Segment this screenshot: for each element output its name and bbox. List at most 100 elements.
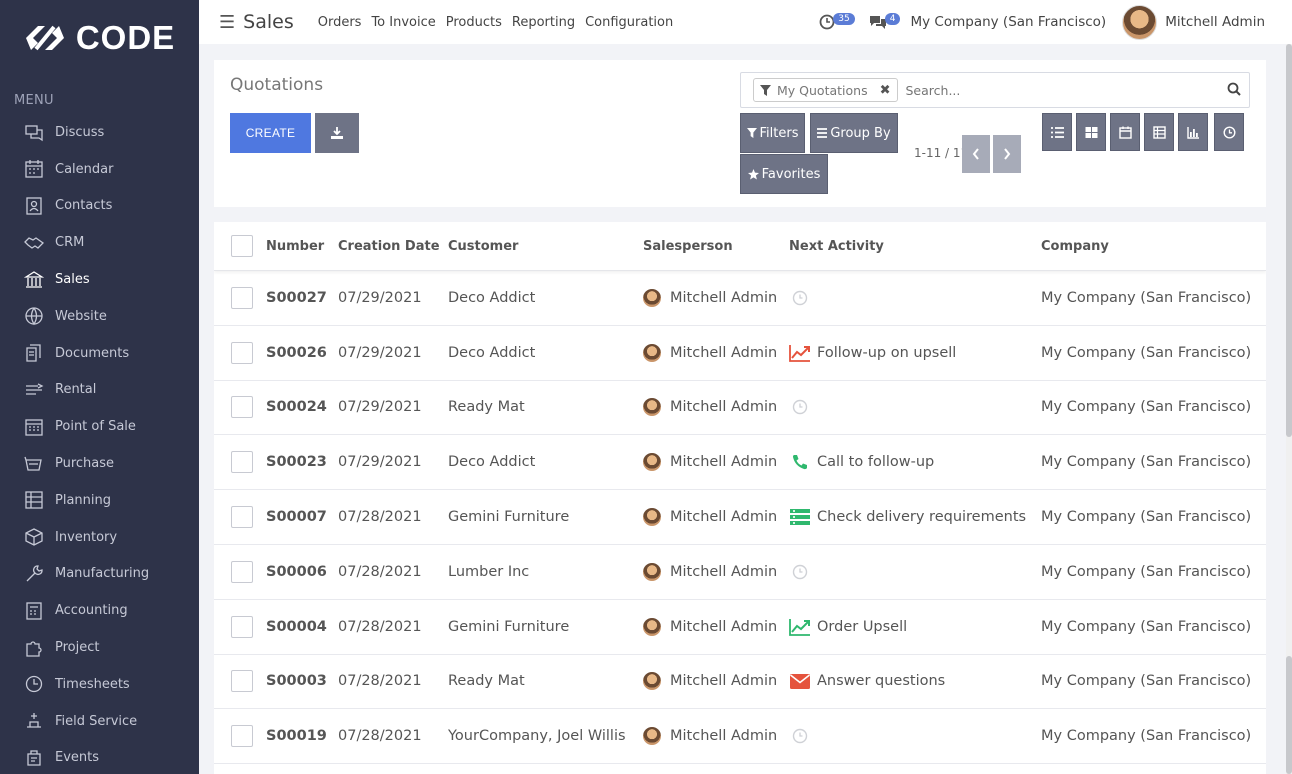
puzzle-icon bbox=[24, 638, 44, 658]
sidebar-item-timesheets[interactable]: Timesheets bbox=[0, 666, 199, 703]
table-row[interactable]: S00007 07/28/2021 Gemini Furniture Mitch… bbox=[214, 490, 1266, 545]
pager-next-button[interactable] bbox=[993, 135, 1021, 173]
favorites-button[interactable]: Favorites bbox=[740, 154, 828, 194]
column-creation-date[interactable]: Creation Date bbox=[338, 239, 448, 254]
filters-button[interactable]: Filters bbox=[740, 113, 805, 153]
user-name[interactable]: Mitchell Admin bbox=[1165, 14, 1265, 30]
sidebar-item-contacts[interactable]: Contacts bbox=[0, 188, 199, 225]
table-row[interactable]: S00019 07/28/2021 YourCompany, Joel Will… bbox=[214, 709, 1266, 765]
sidebar-item-documents[interactable]: Documents bbox=[0, 335, 199, 372]
top-menu-products[interactable]: Products bbox=[446, 15, 502, 30]
clock-icon[interactable] bbox=[789, 726, 811, 746]
control-panel: Quotations CREATE My Quotations ✖ Filter… bbox=[214, 60, 1266, 207]
search-icon[interactable] bbox=[1227, 82, 1241, 96]
company-switcher[interactable]: My Company (San Francisco) bbox=[910, 14, 1106, 30]
table-body: S00027 07/29/2021 Deco Addict Mitchell A… bbox=[214, 271, 1266, 765]
sidebar-item-discuss[interactable]: Discuss bbox=[0, 114, 199, 151]
row-checkbox[interactable] bbox=[231, 725, 253, 748]
sidebar-item-field-service[interactable]: Field Service bbox=[0, 703, 199, 740]
sidebar-item-planning[interactable]: Planning bbox=[0, 482, 199, 519]
remove-facet-icon[interactable]: ✖ bbox=[880, 83, 891, 98]
activity-menu[interactable]: 35 bbox=[819, 12, 855, 30]
table-row[interactable]: S00023 07/29/2021 Deco Addict Mitchell A… bbox=[214, 435, 1266, 491]
view-graph-button[interactable] bbox=[1178, 113, 1208, 151]
row-checkbox[interactable] bbox=[231, 560, 253, 583]
table-row[interactable]: S00027 07/29/2021 Deco Addict Mitchell A… bbox=[214, 271, 1266, 326]
table-row[interactable]: S00004 07/28/2021 Gemini Furniture Mitch… bbox=[214, 600, 1266, 655]
view-activity-button[interactable] bbox=[1214, 113, 1244, 151]
sidebar-item-manufacturing[interactable]: Manufacturing bbox=[0, 556, 199, 593]
cell-next-activity[interactable]: Order Upsell bbox=[789, 617, 1041, 637]
scrollbar-thumb-bottom[interactable] bbox=[1286, 656, 1292, 774]
todo-list-icon[interactable] bbox=[789, 507, 811, 527]
sidebar-item-project[interactable]: Project bbox=[0, 629, 199, 666]
cell-next-activity[interactable] bbox=[789, 726, 1041, 746]
sidebar-item-accounting[interactable]: Accounting bbox=[0, 592, 199, 629]
row-checkbox[interactable] bbox=[231, 286, 253, 309]
sidebar-item-calendar[interactable]: Calendar bbox=[0, 151, 199, 188]
cell-salesperson: Mitchell Admin bbox=[643, 562, 789, 581]
app-logo[interactable]: CODE bbox=[0, 0, 199, 76]
view-calendar-button[interactable] bbox=[1110, 113, 1140, 151]
table-row[interactable]: S00006 07/28/2021 Lumber Inc Mitchell Ad… bbox=[214, 545, 1266, 600]
clock-icon[interactable] bbox=[789, 288, 811, 308]
user-avatar[interactable] bbox=[1122, 4, 1158, 40]
view-pivot-button[interactable] bbox=[1144, 113, 1174, 151]
table-row[interactable]: S00003 07/28/2021 Ready Mat Mitchell Adm… bbox=[214, 655, 1266, 710]
upsell-chart-green-icon[interactable] bbox=[789, 617, 811, 637]
sidebar-item-crm[interactable]: CRM bbox=[0, 224, 199, 261]
messages-menu[interactable]: 4 bbox=[869, 12, 901, 30]
top-menu-orders[interactable]: Orders bbox=[318, 15, 362, 30]
top-menu-configuration[interactable]: Configuration bbox=[585, 15, 673, 30]
cell-company: My Company (San Francisco) bbox=[1041, 289, 1252, 306]
column-salesperson[interactable]: Salesperson bbox=[643, 239, 789, 254]
cell-next-activity[interactable]: Call to follow-up bbox=[789, 452, 1041, 472]
view-kanban-button[interactable] bbox=[1076, 113, 1106, 151]
cell-next-activity[interactable] bbox=[789, 397, 1041, 417]
pager-value[interactable]: 1-11 / 11 bbox=[914, 146, 968, 160]
row-checkbox[interactable] bbox=[231, 341, 253, 364]
column-next-activity[interactable]: Next Activity bbox=[789, 239, 1041, 254]
clock-icon[interactable] bbox=[789, 562, 811, 582]
phone-icon[interactable] bbox=[789, 452, 811, 472]
pager-previous-button[interactable] bbox=[962, 135, 990, 173]
upsell-chart-icon[interactable] bbox=[789, 343, 811, 363]
email-icon[interactable] bbox=[789, 671, 811, 691]
search-input[interactable] bbox=[905, 82, 1226, 98]
create-button[interactable]: CREATE bbox=[230, 113, 311, 153]
sidebar-item-website[interactable]: Website bbox=[0, 298, 199, 335]
group-by-button[interactable]: Group By bbox=[810, 113, 898, 153]
clock-icon[interactable] bbox=[789, 397, 811, 417]
top-menu-reporting[interactable]: Reporting bbox=[512, 15, 575, 30]
chat-bubbles-icon bbox=[869, 16, 886, 29]
sidebar-item-purchase[interactable]: Purchase bbox=[0, 445, 199, 482]
column-number[interactable]: Number bbox=[266, 239, 338, 254]
cell-next-activity[interactable]: Answer questions bbox=[789, 671, 1041, 691]
sidebar-item-inventory[interactable]: Inventory bbox=[0, 519, 199, 556]
row-checkbox[interactable] bbox=[231, 396, 253, 419]
hamburger-menu-icon[interactable]: ☰ bbox=[219, 12, 235, 33]
column-company[interactable]: Company bbox=[1041, 239, 1266, 254]
row-checkbox[interactable] bbox=[231, 506, 253, 529]
view-list-button[interactable] bbox=[1042, 113, 1072, 151]
cell-next-activity[interactable] bbox=[789, 562, 1041, 582]
sidebar-item-sales[interactable]: Sales bbox=[0, 261, 199, 298]
cell-number: S00003 bbox=[266, 673, 327, 690]
table-row[interactable]: S00026 07/29/2021 Deco Addict Mitchell A… bbox=[214, 326, 1266, 381]
cell-next-activity[interactable]: Follow-up on upsell bbox=[789, 343, 1041, 363]
download-button[interactable] bbox=[315, 113, 359, 153]
cell-next-activity[interactable]: Check delivery requirements bbox=[789, 507, 1041, 527]
scrollbar-thumb-top[interactable] bbox=[1286, 44, 1292, 437]
row-checkbox[interactable] bbox=[231, 451, 253, 474]
sidebar-item-point-of-sale[interactable]: Point of Sale bbox=[0, 408, 199, 445]
sidebar-item-events[interactable]: Events bbox=[0, 740, 199, 774]
page-scrollbar[interactable] bbox=[1286, 44, 1292, 774]
top-menu-to-invoice[interactable]: To Invoice bbox=[371, 15, 435, 30]
cell-next-activity[interactable] bbox=[789, 288, 1041, 308]
sidebar-item-rental[interactable]: Rental bbox=[0, 372, 199, 409]
row-checkbox[interactable] bbox=[231, 615, 253, 638]
select-all-checkbox[interactable] bbox=[231, 235, 253, 257]
column-customer[interactable]: Customer bbox=[448, 239, 643, 254]
row-checkbox[interactable] bbox=[231, 670, 253, 693]
table-row[interactable]: S00024 07/29/2021 Ready Mat Mitchell Adm… bbox=[214, 381, 1266, 436]
